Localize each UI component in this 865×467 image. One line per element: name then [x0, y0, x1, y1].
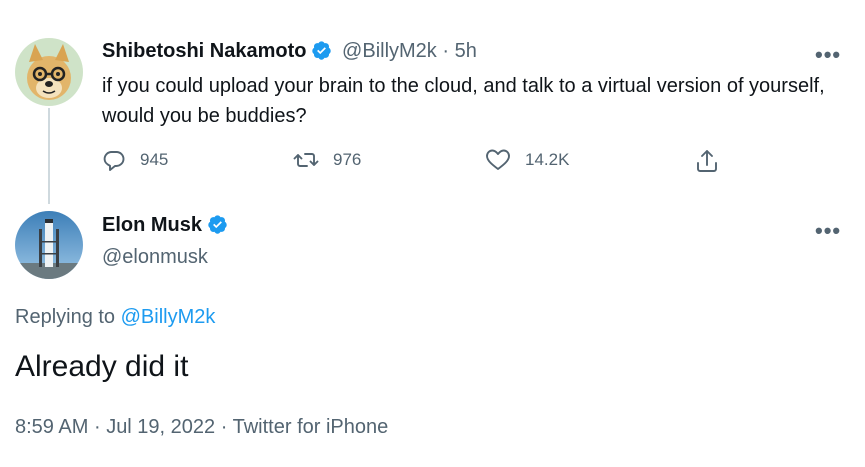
- tweet-source: Twitter for iPhone: [232, 416, 389, 438]
- separator-dot: ·: [93, 416, 101, 438]
- replying-prefix: Replying to: [15, 306, 116, 328]
- tweet-metadata: 8:59 AM · Jul 19, 2022 · Twitter for iPh…: [15, 416, 388, 439]
- doge-avatar-image: [15, 38, 83, 106]
- verified-badge-icon: [208, 215, 227, 234]
- more-icon[interactable]: •••: [815, 220, 841, 242]
- author-name[interactable]: Shibetoshi Nakamoto: [102, 40, 306, 62]
- separator-dot: ·: [220, 416, 228, 438]
- reply-count: 945: [140, 150, 169, 169]
- avatar-shibetoshi[interactable]: [15, 38, 83, 106]
- original-tweet-header: Shibetoshi Nakamoto @BillyM2k · 5h: [102, 40, 477, 63]
- reply-author-handle[interactable]: @elonmusk: [102, 246, 208, 269]
- like-button[interactable]: 14.2K: [485, 148, 569, 172]
- replying-to-line: Replying to @BillyM2k: [15, 306, 215, 329]
- more-icon[interactable]: •••: [815, 44, 841, 66]
- thread-connector-line: [48, 108, 50, 204]
- avatar-elonmusk[interactable]: [15, 211, 83, 279]
- like-count: 14.2K: [525, 150, 570, 169]
- retweet-button[interactable]: 976: [293, 148, 361, 172]
- author-handle[interactable]: @BillyM2k: [342, 40, 437, 62]
- verified-badge-icon: [312, 41, 332, 60]
- reply-button[interactable]: 945: [102, 148, 168, 172]
- retweet-count: 976: [333, 150, 362, 169]
- heart-icon: [486, 149, 510, 170]
- reply-author-header: Elon Musk: [102, 214, 228, 237]
- reply-icon: [103, 151, 125, 171]
- tweet-time[interactable]: 8:59 AM: [15, 416, 88, 438]
- share-button[interactable]: [694, 148, 734, 174]
- reply-author-name[interactable]: Elon Musk: [102, 214, 202, 236]
- replying-handle-link[interactable]: @BillyM2k: [121, 306, 216, 328]
- retweet-icon: [293, 153, 319, 167]
- separator-dot: ·: [442, 40, 450, 62]
- original-tweet-text: if you could upload your brain to the cl…: [102, 75, 825, 127]
- tweet-date[interactable]: Jul 19, 2022: [106, 416, 215, 438]
- share-icon: [697, 150, 717, 172]
- rocket-avatar-image: [15, 211, 83, 279]
- reply-tweet-text: Already did it: [15, 350, 189, 383]
- tweet-age[interactable]: 5h: [455, 40, 477, 62]
